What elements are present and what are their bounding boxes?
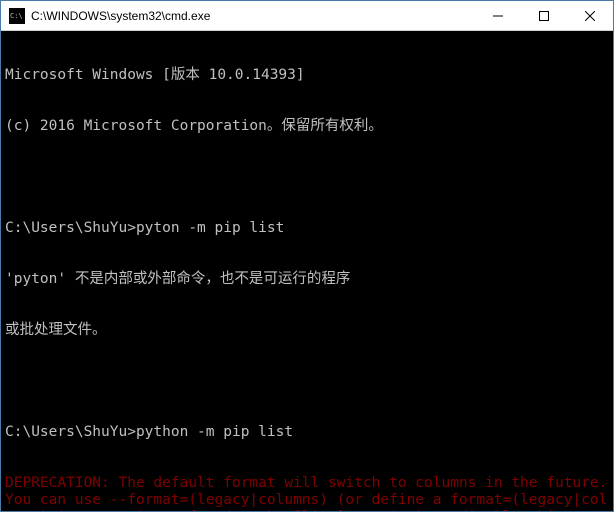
cmd-window: C:\ C:\WINDOWS\system32\cmd.exe Microsof… [0,0,614,512]
close-button[interactable] [567,1,613,30]
svg-text:C:\: C:\ [10,12,23,20]
prompt-line: C:\Users\ShuYu>pyton -m pip list [5,220,609,237]
deprecation-warning: DEPRECATION: The default format will swi… [5,475,609,511]
close-icon [585,11,595,21]
error-line: 'pyton' 不是内部或外部命令，也不是可运行的程序 [5,271,609,288]
maximize-button[interactable] [521,1,567,30]
window-title: C:\WINDOWS\system32\cmd.exe [31,9,475,23]
terminal-area[interactable]: Microsoft Windows [版本 10.0.14393] (c) 20… [1,31,613,511]
blank-line [5,373,609,390]
copyright-line: (c) 2016 Microsoft Corporation。保留所有权利。 [5,118,609,135]
minimize-button[interactable] [475,1,521,30]
window-controls [475,1,613,30]
minimize-icon [493,11,503,21]
titlebar[interactable]: C:\ C:\WINDOWS\system32\cmd.exe [1,1,613,31]
blank-line [5,169,609,186]
os-header-line: Microsoft Windows [版本 10.0.14393] [5,67,609,84]
error-line: 或批处理文件。 [5,322,609,339]
prompt-line: C:\Users\ShuYu>python -m pip list [5,424,609,441]
maximize-icon [539,11,549,21]
cmd-icon: C:\ [9,8,25,24]
